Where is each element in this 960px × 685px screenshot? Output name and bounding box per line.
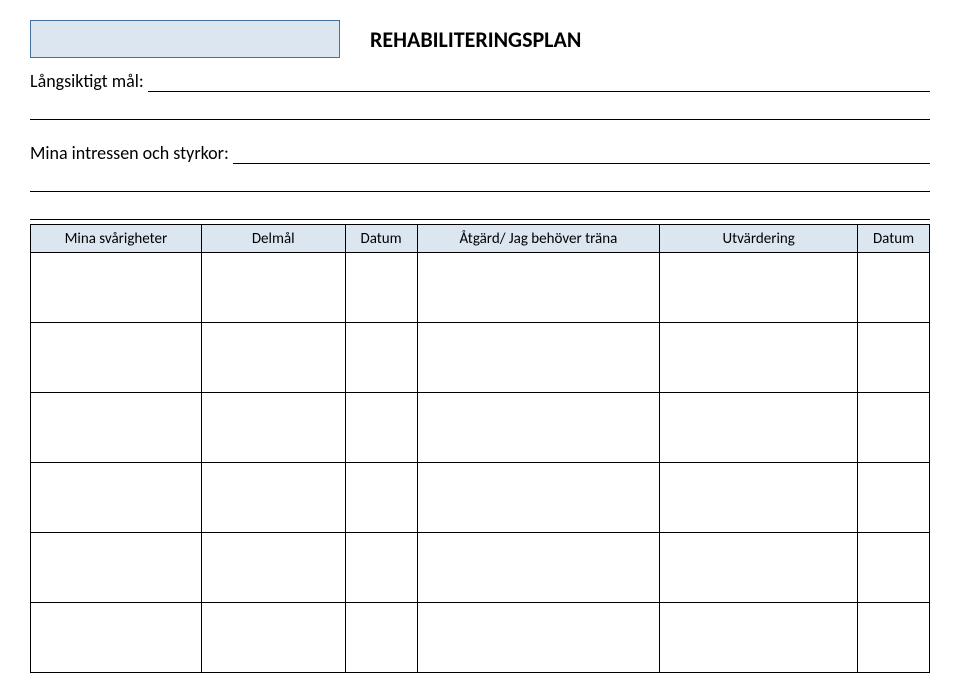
cell-date1[interactable]: [345, 463, 417, 533]
header-date1: Datum: [345, 225, 417, 253]
cell-evaluation[interactable]: [660, 393, 858, 463]
cell-difficulties[interactable]: [31, 603, 202, 673]
cell-date1[interactable]: [345, 323, 417, 393]
cell-subgoal[interactable]: [201, 393, 345, 463]
header-evaluation: Utvärdering: [660, 225, 858, 253]
long-term-goal-line2[interactable]: [30, 94, 930, 120]
header-subgoal: Delmål: [201, 225, 345, 253]
table-row: [31, 393, 930, 463]
cell-evaluation[interactable]: [660, 323, 858, 393]
header-action: Åtgärd/ Jag behöver träna: [417, 225, 660, 253]
cell-date1[interactable]: [345, 253, 417, 323]
cell-date1[interactable]: [345, 393, 417, 463]
cell-difficulties[interactable]: [31, 533, 202, 603]
interests-line[interactable]: [233, 144, 930, 164]
cell-date2[interactable]: [858, 603, 930, 673]
cell-subgoal[interactable]: [201, 533, 345, 603]
cell-difficulties[interactable]: [31, 323, 202, 393]
cell-date2[interactable]: [858, 253, 930, 323]
cell-action[interactable]: [417, 253, 660, 323]
cell-evaluation[interactable]: [660, 603, 858, 673]
cell-subgoal[interactable]: [201, 603, 345, 673]
cell-evaluation[interactable]: [660, 533, 858, 603]
table-row: [31, 533, 930, 603]
cell-difficulties[interactable]: [31, 253, 202, 323]
cell-subgoal[interactable]: [201, 323, 345, 393]
interests-field: Mina intressen och styrkor:: [30, 142, 930, 164]
cell-date1[interactable]: [345, 533, 417, 603]
cell-action[interactable]: [417, 393, 660, 463]
interests-label: Mina intressen och styrkor:: [30, 142, 233, 164]
interests-line2[interactable]: [30, 166, 930, 192]
cell-date1[interactable]: [345, 603, 417, 673]
cell-action[interactable]: [417, 323, 660, 393]
cell-subgoal[interactable]: [201, 253, 345, 323]
plan-table: Mina svårigheter Delmål Datum Åtgärd/ Ja…: [30, 224, 930, 673]
long-term-goal-field: Långsiktigt mål:: [30, 70, 930, 92]
header-row: REHABILITERINGSPLAN: [30, 20, 930, 58]
cell-date2[interactable]: [858, 533, 930, 603]
interests-line3[interactable]: [30, 194, 930, 220]
long-term-goal-line[interactable]: [148, 72, 930, 92]
cell-subgoal[interactable]: [201, 463, 345, 533]
table-header-row: Mina svårigheter Delmål Datum Åtgärd/ Ja…: [31, 225, 930, 253]
page-title: REHABILITERINGSPLAN: [340, 20, 930, 53]
header-date2: Datum: [858, 225, 930, 253]
table-row: [31, 603, 930, 673]
title-box: [30, 20, 340, 58]
cell-difficulties[interactable]: [31, 393, 202, 463]
cell-action[interactable]: [417, 603, 660, 673]
table-row: [31, 323, 930, 393]
table-row: [31, 463, 930, 533]
table-row: [31, 253, 930, 323]
header-difficulties: Mina svårigheter: [31, 225, 202, 253]
cell-date2[interactable]: [858, 323, 930, 393]
long-term-goal-label: Långsiktigt mål:: [30, 70, 148, 92]
cell-date2[interactable]: [858, 393, 930, 463]
cell-date2[interactable]: [858, 463, 930, 533]
cell-evaluation[interactable]: [660, 463, 858, 533]
cell-action[interactable]: [417, 533, 660, 603]
cell-evaluation[interactable]: [660, 253, 858, 323]
cell-difficulties[interactable]: [31, 463, 202, 533]
cell-action[interactable]: [417, 463, 660, 533]
